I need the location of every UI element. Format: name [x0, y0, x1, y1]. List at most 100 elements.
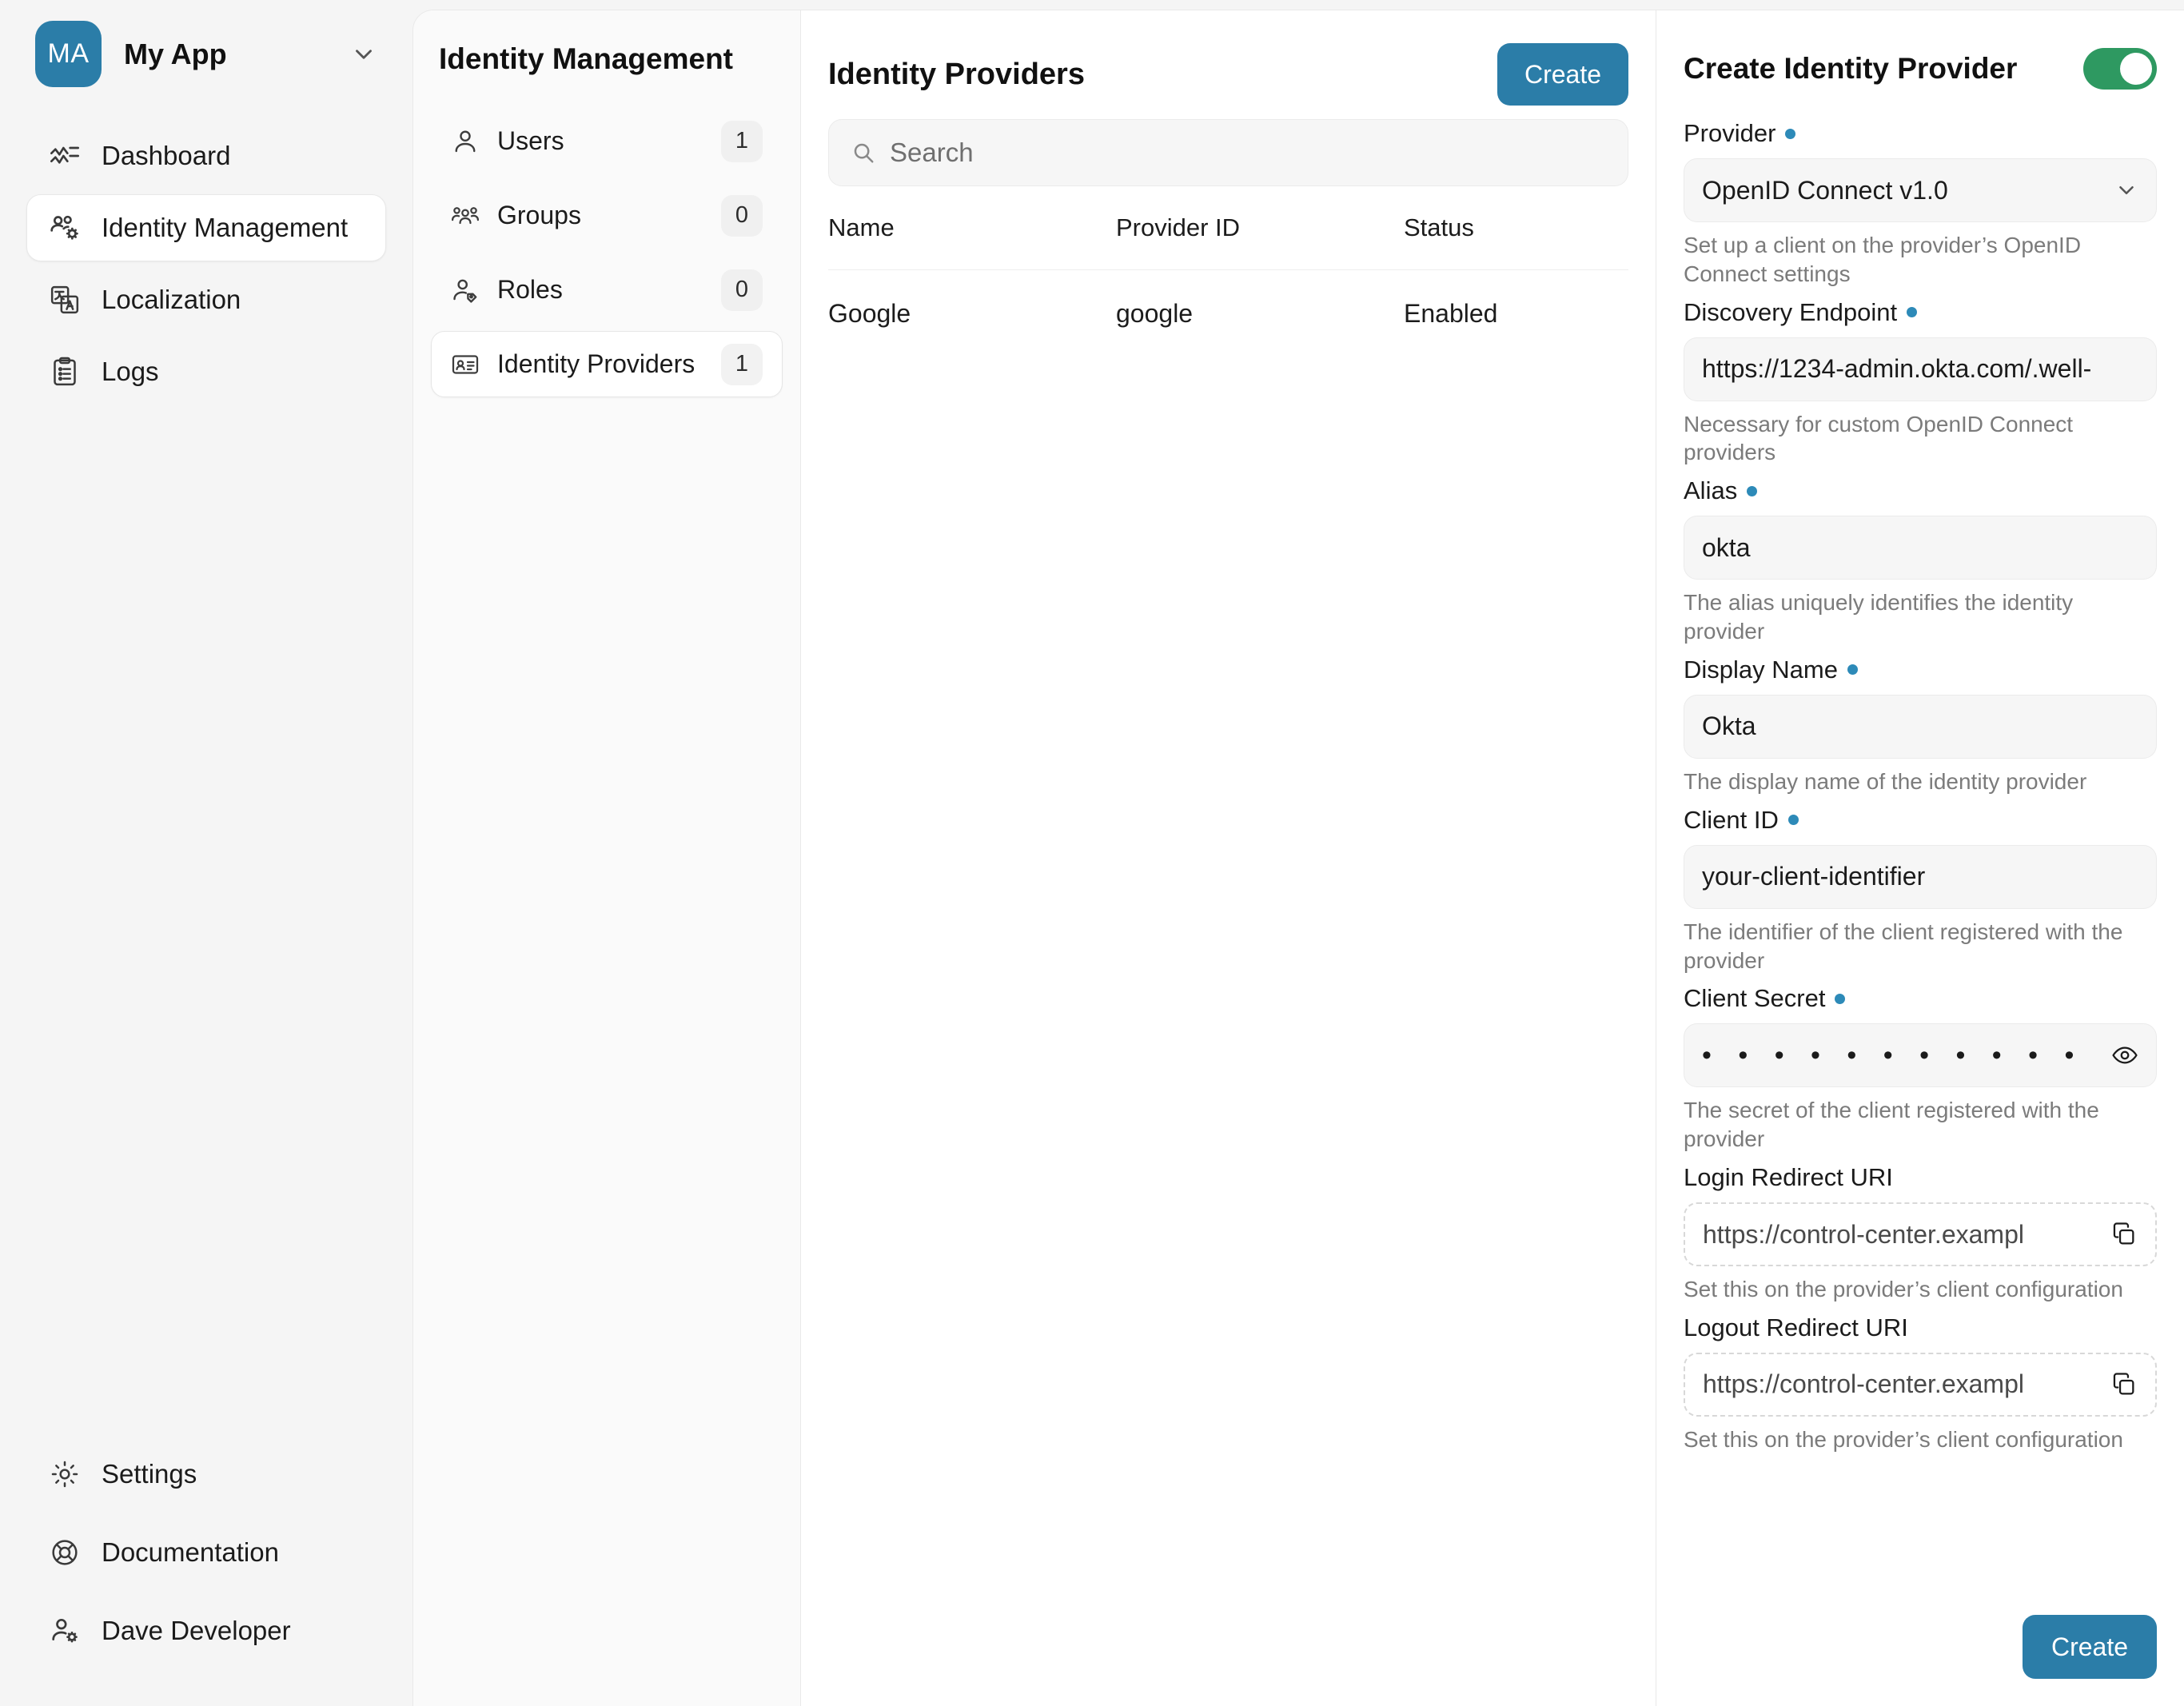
user-tag-icon [451, 276, 480, 305]
identity-providers-panel: Identity Providers Create Name Provider … [801, 10, 1656, 1706]
provider-select[interactable]: OpenID Connect v1.0 [1684, 158, 2157, 222]
sub-item-label: Groups [497, 201, 703, 230]
sub-item-label: Roles [497, 275, 703, 305]
required-dot-icon [1785, 129, 1795, 139]
client-secret-field[interactable]: • • • • • • • • • • • • • • • • [1684, 1023, 2157, 1087]
field-hint-client-secret: The secret of the client registered with… [1684, 1096, 2157, 1154]
sidebar-item-dashboard[interactable]: Dashboard [26, 122, 386, 189]
app-switcher[interactable]: MA My App [0, 0, 412, 108]
sidebar-item-users[interactable]: Users 1 [431, 108, 783, 174]
required-dot-icon [1907, 307, 1917, 317]
cell-name: Google [828, 270, 1116, 358]
sub-item-count: 1 [721, 344, 763, 385]
client-id-field[interactable]: your-client-identifier [1684, 845, 2157, 909]
client-id-value: your-client-identifier [1702, 862, 2138, 891]
discovery-endpoint-value: https://1234-admin.okta.com/.well- [1702, 354, 2138, 384]
alias-value: okta [1702, 533, 2138, 563]
sidebar-item-logs[interactable]: Logs [26, 338, 386, 405]
clipboard-list-icon [49, 356, 81, 388]
copy-icon[interactable] [2098, 1221, 2138, 1248]
discovery-endpoint-field[interactable]: https://1234-admin.okta.com/.well- [1684, 337, 2157, 401]
sub-item-label: Identity Providers [497, 349, 703, 379]
cell-provider-id: google [1116, 270, 1404, 358]
field-hint-login-redirect-uri: Set this on the provider’s client config… [1684, 1275, 2157, 1304]
identity-management-sublist: Users 1 Groups 0 [413, 108, 800, 397]
field-hint-client-id: The identifier of the client registered … [1684, 918, 2157, 975]
required-dot-icon [1847, 664, 1858, 675]
chevron-down-icon [2106, 178, 2138, 202]
sidebar-item-documentation[interactable]: Documentation [26, 1519, 386, 1586]
sidebar-item-label: Settings [102, 1459, 197, 1489]
toggle-knob [2120, 53, 2152, 85]
cell-status: Enabled [1404, 270, 1628, 358]
user-gear-icon [49, 1615, 81, 1647]
table-header-row: Name Provider ID Status [828, 213, 1628, 270]
user-icon [451, 127, 480, 156]
users-group-icon [451, 201, 480, 230]
logout-redirect-uri-field: https://control-center.exampl [1684, 1353, 2157, 1417]
copy-icon[interactable] [2098, 1371, 2138, 1398]
sidebar-item-label: Documentation [102, 1537, 279, 1568]
login-redirect-uri-field: https://control-center.exampl [1684, 1202, 2157, 1266]
login-redirect-uri-value: https://control-center.exampl [1703, 1220, 2098, 1250]
eye-icon[interactable] [2098, 1042, 2138, 1069]
sidebar-item-label: Localization [102, 285, 241, 315]
search-input[interactable] [890, 138, 1605, 168]
sidebar-item-groups[interactable]: Groups 0 [431, 182, 783, 249]
column-header-status: Status [1404, 213, 1628, 270]
search-icon [851, 141, 875, 165]
field-label-client-id: Client ID [1684, 806, 2157, 835]
sub-item-count: 1 [721, 121, 763, 162]
provider-select-value: OpenID Connect v1.0 [1702, 176, 2106, 205]
sidebar-item-user-profile[interactable]: Dave Developer [26, 1597, 386, 1664]
field-hint-alias: The alias uniquely identifies the identi… [1684, 588, 2157, 646]
app-name: My App [124, 38, 328, 71]
sidebar-item-label: Identity Management [102, 213, 348, 243]
form-title: Create Identity Provider [1684, 52, 2017, 86]
field-hint-provider: Set up a client on the provider’s OpenID… [1684, 231, 2157, 289]
providers-header: Identity Providers Create [828, 34, 1628, 114]
field-label-discovery-endpoint: Discovery Endpoint [1684, 298, 2157, 327]
sub-item-count: 0 [721, 269, 763, 311]
sidebar-item-identity-management[interactable]: Identity Management [26, 194, 386, 261]
form-header: Create Identity Provider [1684, 38, 2157, 100]
required-dot-icon [1835, 994, 1845, 1004]
create-provider-button[interactable]: Create [1497, 43, 1628, 106]
app-avatar: MA [35, 21, 102, 87]
sidebar-item-identity-providers[interactable]: Identity Providers 1 [431, 331, 783, 397]
display-name-value: Okta [1702, 711, 2138, 741]
table-row[interactable]: Google google Enabled [828, 270, 1628, 358]
field-label-provider: Provider [1684, 119, 2157, 148]
sidebar-item-roles[interactable]: Roles 0 [431, 257, 783, 323]
gear-icon [49, 1458, 81, 1490]
column-header-name: Name [828, 213, 1116, 270]
content-panels: Identity Management Users 1 [412, 10, 2184, 1706]
logout-redirect-uri-value: https://control-center.exampl [1703, 1369, 2098, 1399]
column-header-provider-id: Provider ID [1116, 213, 1404, 270]
sidebar-item-label: Dave Developer [102, 1616, 291, 1646]
required-dot-icon [1747, 486, 1757, 496]
primary-sidebar: MA My App Dashboard [0, 0, 412, 1706]
client-secret-value: • • • • • • • • • • • • • • • • [1702, 1040, 2098, 1071]
search-bar[interactable] [828, 119, 1628, 186]
users-gear-icon [49, 212, 81, 244]
translate-icon [49, 284, 81, 316]
field-hint-logout-redirect-uri: Set this on the provider’s client config… [1684, 1425, 2157, 1454]
sidebar-item-settings[interactable]: Settings [26, 1441, 386, 1508]
chevron-down-icon [350, 41, 377, 68]
field-label-login-redirect-uri: Login Redirect URI [1684, 1163, 2157, 1192]
alias-field[interactable]: okta [1684, 516, 2157, 580]
lifebuoy-icon [49, 1537, 81, 1568]
enabled-toggle[interactable] [2083, 48, 2157, 90]
providers-table: Name Provider ID Status Google google En… [828, 213, 1628, 358]
field-label-display-name: Display Name [1684, 656, 2157, 684]
display-name-field[interactable]: Okta [1684, 695, 2157, 759]
submit-create-button[interactable]: Create [2023, 1615, 2157, 1679]
sub-item-count: 0 [721, 195, 763, 237]
sidebar-nav: Dashboard Identity Management [0, 108, 412, 405]
sidebar-item-localization[interactable]: Localization [26, 266, 386, 333]
sub-item-label: Users [497, 126, 703, 156]
field-label-alias: Alias [1684, 476, 2157, 505]
create-identity-provider-panel: Create Identity Provider Provider OpenID… [1656, 10, 2184, 1706]
panel-title: Identity Management [413, 42, 800, 76]
